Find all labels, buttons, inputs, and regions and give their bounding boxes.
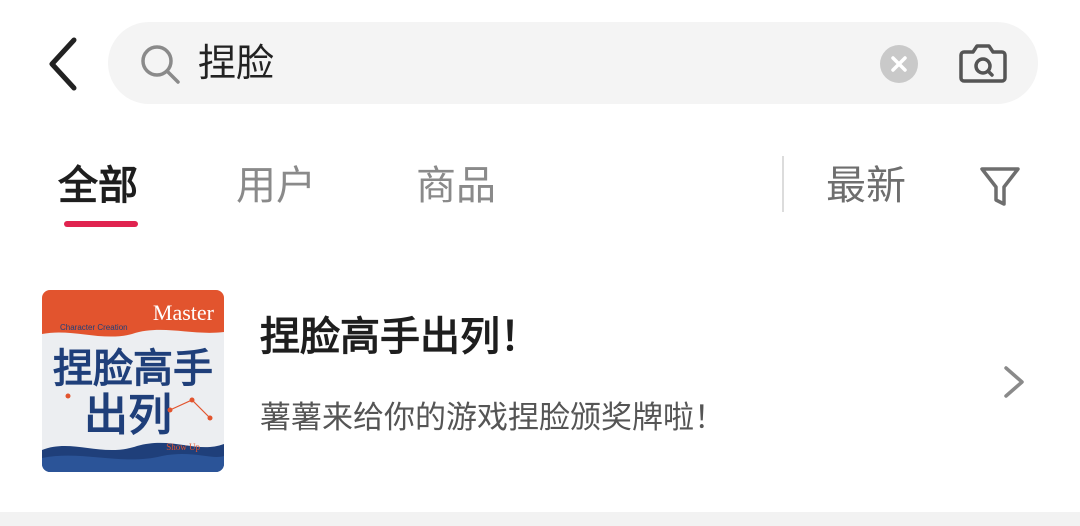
result-title: 捏脸高手出列！ xyxy=(260,314,540,360)
filter-icon xyxy=(980,167,1020,206)
tab-divider xyxy=(782,156,784,212)
sort-latest-button[interactable]: 最新 xyxy=(826,160,906,212)
clear-icon xyxy=(891,56,907,72)
search-input[interactable] xyxy=(198,38,858,88)
search-icon xyxy=(141,45,180,84)
search-box[interactable] xyxy=(108,22,1038,104)
result-description: 薯薯来给你的游戏捏脸颁奖牌啦！ xyxy=(260,400,725,436)
tab-users[interactable]: 用户 xyxy=(236,160,316,212)
image-search-button[interactable] xyxy=(958,40,1008,86)
tab-products[interactable]: 商品 xyxy=(416,160,496,212)
search-result-card[interactable]: Master Character Creation 捏脸高手 出列 Show U… xyxy=(0,280,1080,480)
thumbnail-main-text-1: 捏脸高手 xyxy=(53,345,213,392)
back-button[interactable] xyxy=(38,34,90,94)
thumbnail-top-label: Master xyxy=(153,300,215,325)
search-bar-row xyxy=(0,0,1080,130)
result-thumbnail: Master Character Creation 捏脸高手 出列 Show U… xyxy=(42,290,224,472)
tab-bar: 全部 用户 商品 最新 xyxy=(0,140,1080,240)
thumbnail-bottom-label: Show Up xyxy=(166,442,200,452)
back-arrow-icon xyxy=(49,37,77,91)
active-tab-indicator xyxy=(64,221,138,227)
bottom-separator xyxy=(0,512,1080,526)
filter-button[interactable] xyxy=(978,164,1022,210)
thumbnail-small-label: Character Creation xyxy=(60,323,128,332)
camera-icon xyxy=(959,44,1007,83)
tab-all[interactable]: 全部 xyxy=(58,160,138,212)
clear-search-button[interactable] xyxy=(880,45,918,83)
thumbnail-art: Master Character Creation 捏脸高手 出列 Show U… xyxy=(42,290,224,472)
chevron-right-icon xyxy=(1004,366,1024,398)
thumbnail-main-text-2: 出列 xyxy=(84,390,172,441)
